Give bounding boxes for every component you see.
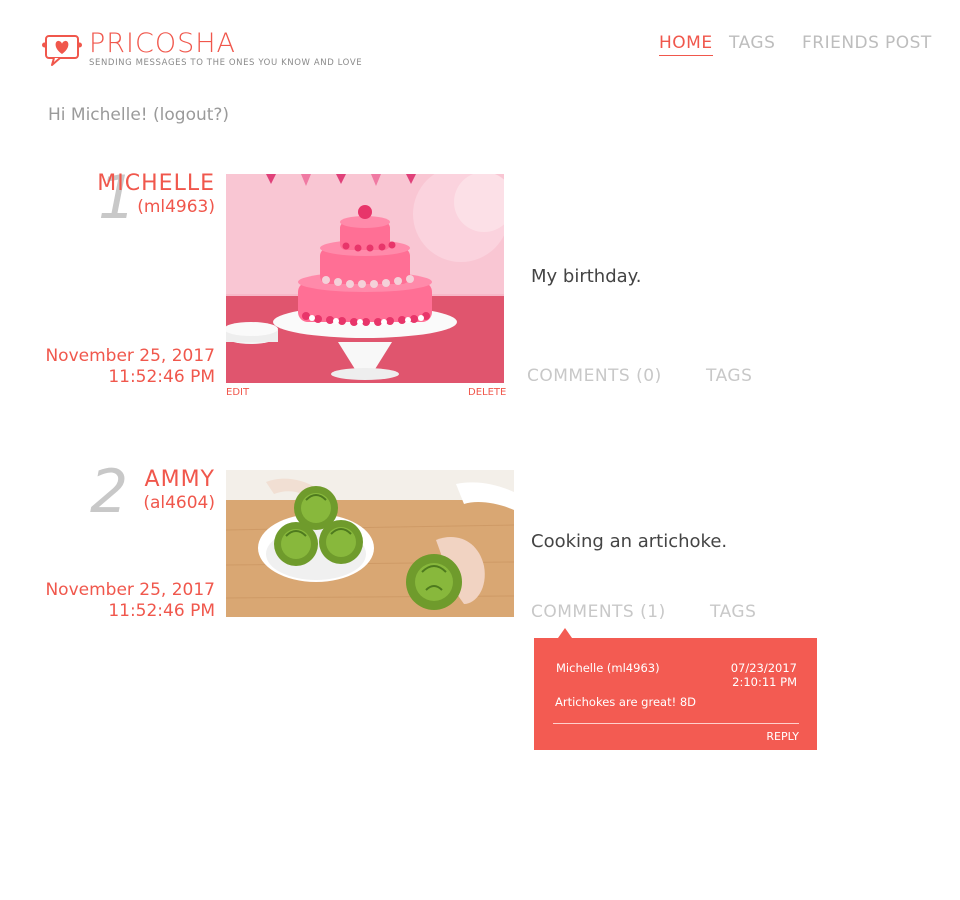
tags-tab[interactable]: TAGS: [710, 602, 756, 622]
nav-home[interactable]: HOME: [659, 33, 713, 56]
artichokes-cutting-board-photo: [226, 470, 514, 617]
comment-divider: [553, 723, 799, 724]
tags-tab[interactable]: TAGS: [706, 366, 752, 386]
comment-date: 07/23/2017: [730, 661, 797, 675]
nav-post[interactable]: POST: [885, 33, 932, 53]
post-timestamp: November 25, 2017 11:52:46 PM: [45, 580, 215, 622]
post-photo-artichokes[interactable]: [226, 470, 514, 617]
post-time: 11:52:46 PM: [108, 367, 215, 387]
edit-post-link[interactable]: EDIT: [226, 387, 249, 398]
comments-tab[interactable]: COMMENTS (1): [531, 602, 666, 622]
comment-text: Artichokes are great! 8D: [555, 695, 697, 709]
post-caption: Cooking an artichoke.: [531, 531, 728, 552]
brand-name[interactable]: PRICOSHA: [89, 28, 236, 59]
comment-author: Michelle (ml4963): [556, 661, 660, 675]
post-number: 2: [90, 457, 129, 527]
post-timestamp: November 25, 2017 11:52:46 PM: [45, 346, 215, 388]
nav-friends[interactable]: FRIENDS: [802, 33, 879, 53]
chat-heart-icon: [42, 35, 82, 66]
post-caption: My birthday.: [531, 266, 642, 287]
logout-link[interactable]: (logout?): [153, 105, 229, 125]
pink-birthday-cake-photo: [226, 174, 504, 383]
comment-card: Michelle (ml4963) 07/23/2017 2:10:11 PM …: [534, 638, 817, 750]
post-date: November 25, 2017: [45, 580, 215, 600]
reply-button[interactable]: REPLY: [766, 730, 799, 743]
comment-popover-arrow: [558, 628, 572, 638]
post-photo-cake[interactable]: [226, 174, 504, 383]
post-author-name: AMMY: [144, 467, 215, 492]
comments-tab[interactable]: COMMENTS (0): [527, 366, 662, 386]
greeting-text: Hi Michelle!: [48, 105, 154, 125]
post-author-name: MICHELLE: [97, 171, 215, 196]
delete-post-link[interactable]: DELETE: [468, 387, 506, 398]
post-author-username: (al4604): [143, 493, 215, 513]
comment-time: 2:10:11 PM: [732, 675, 797, 689]
nav-tags[interactable]: TAGS: [729, 33, 775, 53]
greeting: Hi Michelle! (logout?): [48, 105, 229, 125]
post-time: 11:52:46 PM: [108, 601, 215, 621]
brand-tagline: Sending messages to the ones you know an…: [89, 58, 363, 68]
comment-timestamp: 07/23/2017 2:10:11 PM: [731, 661, 797, 689]
post-author-username: (ml4963): [137, 197, 215, 217]
post-date: November 25, 2017: [45, 346, 215, 366]
